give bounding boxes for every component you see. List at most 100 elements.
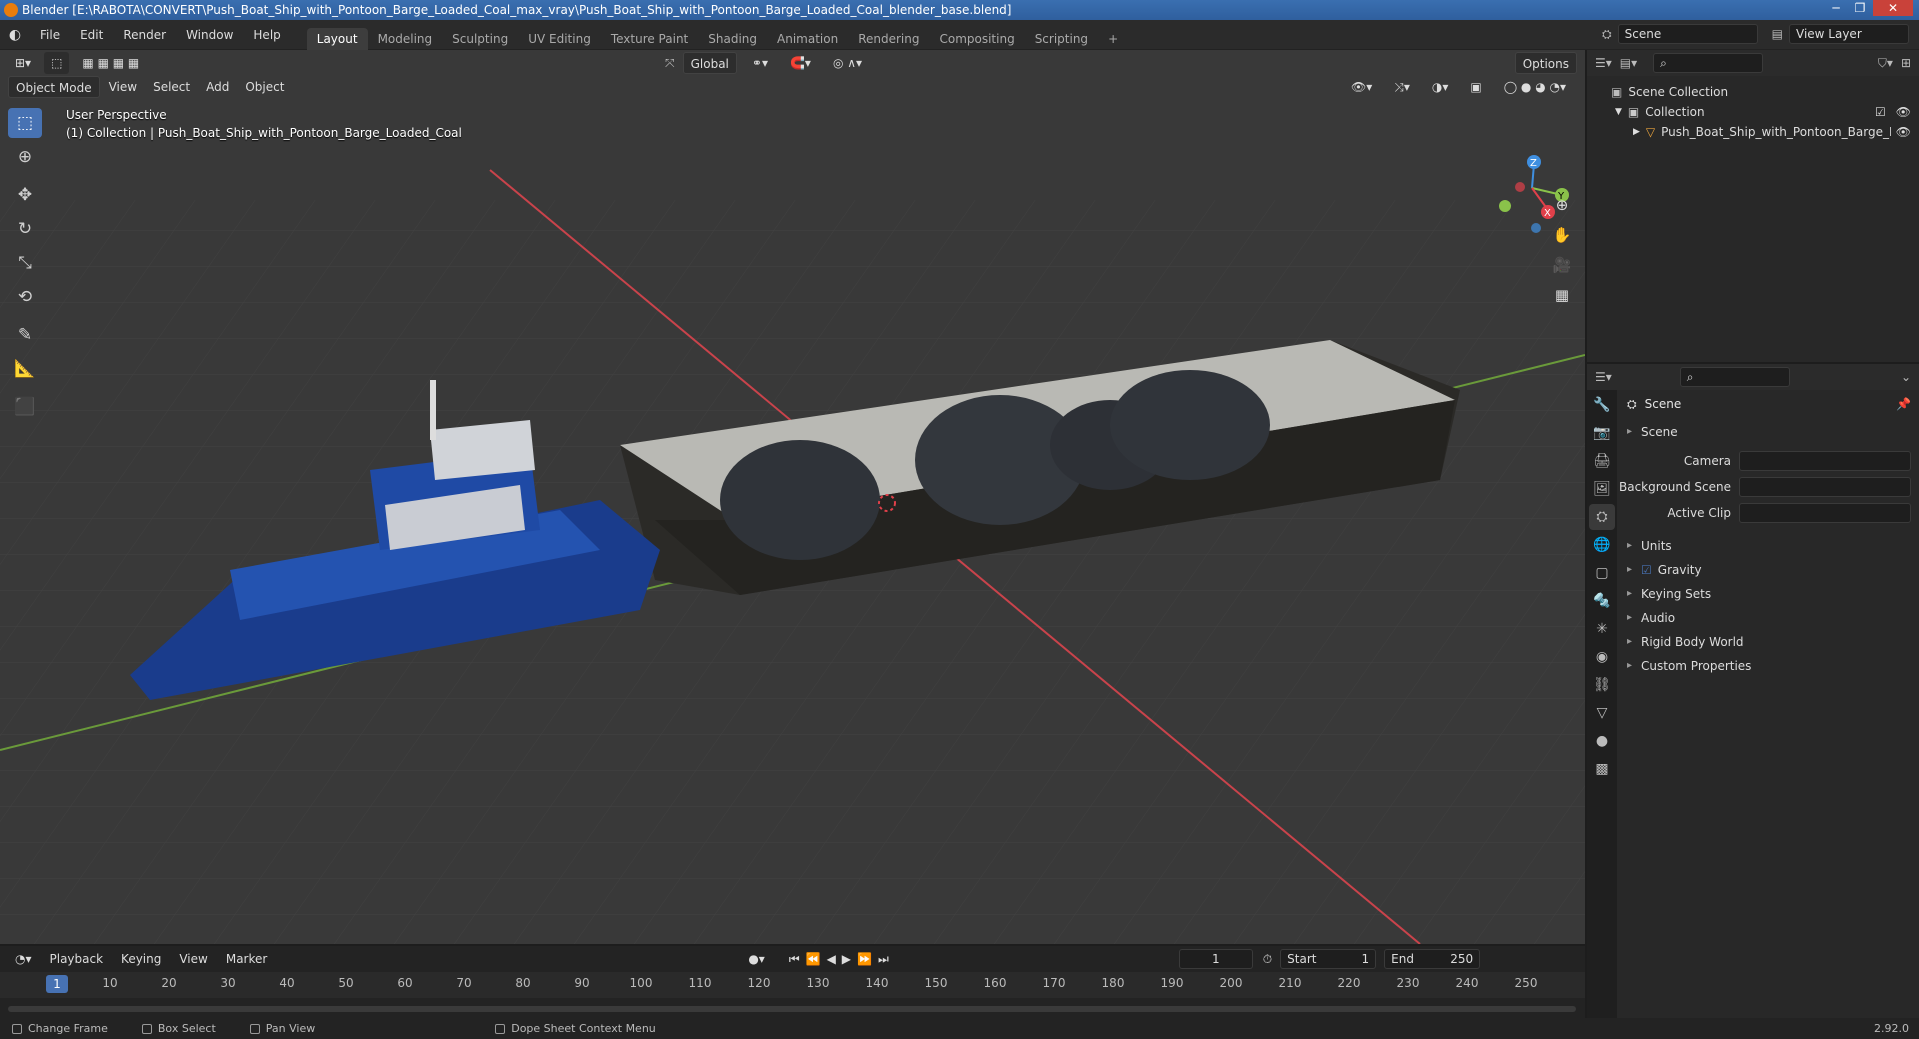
playback-controls[interactable]: ⏮⏪◀▶⏩⏭ (789, 952, 895, 967)
view-layer-field[interactable]: View Layer (1789, 24, 1909, 44)
rigid-body-world-section[interactable]: Rigid Body World (1619, 630, 1919, 654)
timeline-view-menu[interactable]: View (172, 948, 214, 970)
viewport-menu-view[interactable]: View (102, 76, 144, 98)
scene-section-header[interactable]: Scene (1619, 420, 1919, 444)
custom-properties-section[interactable]: Custom Properties (1619, 654, 1919, 678)
minimize-icon[interactable]: ─ (1825, 0, 1847, 16)
properties-editor-icon[interactable]: ☰▾ (1595, 370, 1612, 384)
viewport-menu-select[interactable]: Select (146, 76, 197, 98)
gizmo-toggle-icon[interactable]: ⤨▾ (1387, 76, 1417, 98)
select-mode-icon[interactable]: ⬚ (44, 52, 70, 74)
viewport-menu-add[interactable]: Add (199, 76, 236, 98)
frame-cursor[interactable]: 1 (46, 975, 68, 993)
zoom-icon[interactable]: ⊕ (1549, 192, 1575, 218)
outliner-search-input[interactable]: ⌕ (1653, 53, 1764, 73)
ortho-grid-icon[interactable]: ▦ (1549, 282, 1575, 308)
3d-viewport[interactable]: Z Y X ⊞▾ ⬚ ▦ ▦ ▦ ▦ ⤧ Global ⚭▾ 🧲▾ ◎ ∧▾ O… (0, 50, 1585, 944)
menu-edit[interactable]: Edit (70, 28, 113, 42)
tab-shading[interactable]: Shading (698, 28, 767, 50)
scene-field[interactable]: Scene (1617, 24, 1758, 44)
units-section[interactable]: Units (1619, 534, 1919, 558)
cursor-tool-icon[interactable]: ⊕ (8, 142, 42, 172)
keying-sets-section[interactable]: Keying Sets (1619, 582, 1919, 606)
object-mode-dropdown[interactable]: Object Mode (8, 76, 100, 98)
properties-search-input[interactable]: ⌕ (1679, 367, 1790, 387)
world-tab-icon[interactable]: 🌐 (1589, 532, 1615, 558)
measure-tool-icon[interactable]: 📐 (8, 354, 42, 384)
select-box-icon[interactable]: ▦ ▦ ▦ ▦ (75, 52, 146, 74)
tab-modeling[interactable]: Modeling (368, 28, 443, 50)
tab-animation[interactable]: Animation (767, 28, 848, 50)
material-tab-icon[interactable]: ● (1589, 728, 1615, 754)
menu-help[interactable]: Help (243, 28, 290, 42)
pin-icon[interactable]: 📌 (1896, 392, 1911, 416)
rotate-tool-icon[interactable]: ↻ (8, 214, 42, 244)
pan-hand-icon[interactable]: ✋ (1549, 222, 1575, 248)
gravity-section[interactable]: ☑ Gravity (1619, 558, 1919, 582)
start-frame-field[interactable]: Start 1 (1280, 949, 1377, 969)
playback-menu[interactable]: Playback (43, 948, 111, 970)
background-scene-field[interactable] (1739, 477, 1911, 497)
menu-file[interactable]: File (30, 28, 70, 42)
eye-icon[interactable]: 👁 (1896, 122, 1911, 142)
tab-uv-editing[interactable]: UV Editing (518, 28, 601, 50)
pivot-icon[interactable]: ⚭▾ (745, 52, 775, 74)
physics-tab-icon[interactable]: ◉ (1589, 644, 1615, 670)
object-tab-icon[interactable]: ▢ (1589, 560, 1615, 586)
outliner-row-collection[interactable]: ▼ ▣ Collection ☑ 👁 (1587, 102, 1919, 122)
render-tab-icon[interactable]: 📷 (1589, 420, 1615, 446)
blender-menu-icon[interactable]: ◐ (0, 27, 30, 43)
data-tab-icon[interactable]: ▽ (1589, 700, 1615, 726)
add-cube-tool-icon[interactable]: ⬛ (8, 392, 42, 422)
tab-scripting[interactable]: Scripting (1025, 28, 1098, 50)
tab-layout[interactable]: Layout (306, 27, 368, 50)
annotate-tool-icon[interactable]: ✎ (8, 320, 42, 350)
select-tool-icon[interactable]: ⬚ (8, 108, 42, 138)
end-frame-field[interactable]: End 250 (1384, 949, 1481, 969)
outliner-row-object[interactable]: ▶ ▽ Push_Boat_Ship_with_Pontoon_Barge_Lc… (1587, 122, 1919, 142)
viewport-menu-object[interactable]: Object (238, 76, 291, 98)
move-tool-icon[interactable]: ✥ (8, 180, 42, 210)
visibility-icon[interactable]: 👁▾ (1344, 76, 1379, 98)
scale-tool-icon[interactable]: ⤡ (8, 248, 42, 278)
editor-type-icon[interactable]: ⊞▾ (8, 52, 38, 74)
scene-tab-icon[interactable]: ⛭ (1589, 504, 1615, 530)
checkbox-icon[interactable]: ☑ (1875, 102, 1886, 122)
overlay-icon[interactable]: ◑▾ (1425, 76, 1456, 98)
record-icon[interactable]: ●▾ (748, 952, 765, 966)
current-frame-field[interactable]: 1 (1178, 949, 1253, 969)
shading-mode-icons[interactable]: ◯ ● ◕ ◔▾ (1497, 76, 1573, 98)
outliner-row-scene-collection[interactable]: ▣ Scene Collection (1587, 82, 1919, 102)
marker-menu[interactable]: Marker (219, 948, 274, 970)
view-layer-tab-icon[interactable]: 🖼 (1589, 476, 1615, 502)
tool-tab-icon[interactable]: 🔧 (1589, 392, 1615, 418)
proportional-edit-icon[interactable]: ◎ ∧▾ (826, 52, 869, 74)
texture-tab-icon[interactable]: ▩ (1589, 756, 1615, 782)
menu-render[interactable]: Render (113, 28, 176, 42)
particles-tab-icon[interactable]: ✳ (1589, 616, 1615, 642)
tab-compositing[interactable]: Compositing (929, 28, 1024, 50)
eye-icon[interactable]: 👁 (1896, 102, 1911, 122)
audio-section[interactable]: Audio (1619, 606, 1919, 630)
frame-ruler[interactable]: 1 10 20 30 40 50 60 70 80 90 100 110 120… (0, 972, 1585, 998)
close-icon[interactable]: ✕ (1873, 0, 1913, 16)
collapse-arrow-icon[interactable]: ▶ (1633, 122, 1640, 142)
filter-icon[interactable]: ⛉▾ (1878, 56, 1893, 71)
timeline-scrollbar[interactable] (8, 1006, 1576, 1012)
properties-options-icon[interactable]: ⌄ (1901, 370, 1911, 384)
timeline-editor-icon[interactable]: ◔▾ (8, 948, 39, 970)
constraints-tab-icon[interactable]: ⛓ (1589, 672, 1615, 698)
xray-icon[interactable]: ▣ (1463, 76, 1488, 98)
active-clip-field[interactable] (1739, 503, 1911, 523)
tab-rendering[interactable]: Rendering (848, 28, 929, 50)
tab-texture-paint[interactable]: Texture Paint (601, 28, 698, 50)
output-tab-icon[interactable]: 🖨 (1589, 448, 1615, 474)
options-dropdown[interactable]: Options (1514, 52, 1577, 74)
outliner-editor-icon[interactable]: ☰▾ (1595, 56, 1612, 70)
tab-sculpting[interactable]: Sculpting (442, 28, 518, 50)
camera-view-icon[interactable]: 🎥 (1549, 252, 1575, 278)
camera-field[interactable] (1739, 451, 1911, 471)
expand-arrow-icon[interactable]: ▼ (1615, 102, 1622, 122)
menu-window[interactable]: Window (176, 28, 243, 42)
transform-orientation-dropdown[interactable]: Global (682, 52, 737, 74)
